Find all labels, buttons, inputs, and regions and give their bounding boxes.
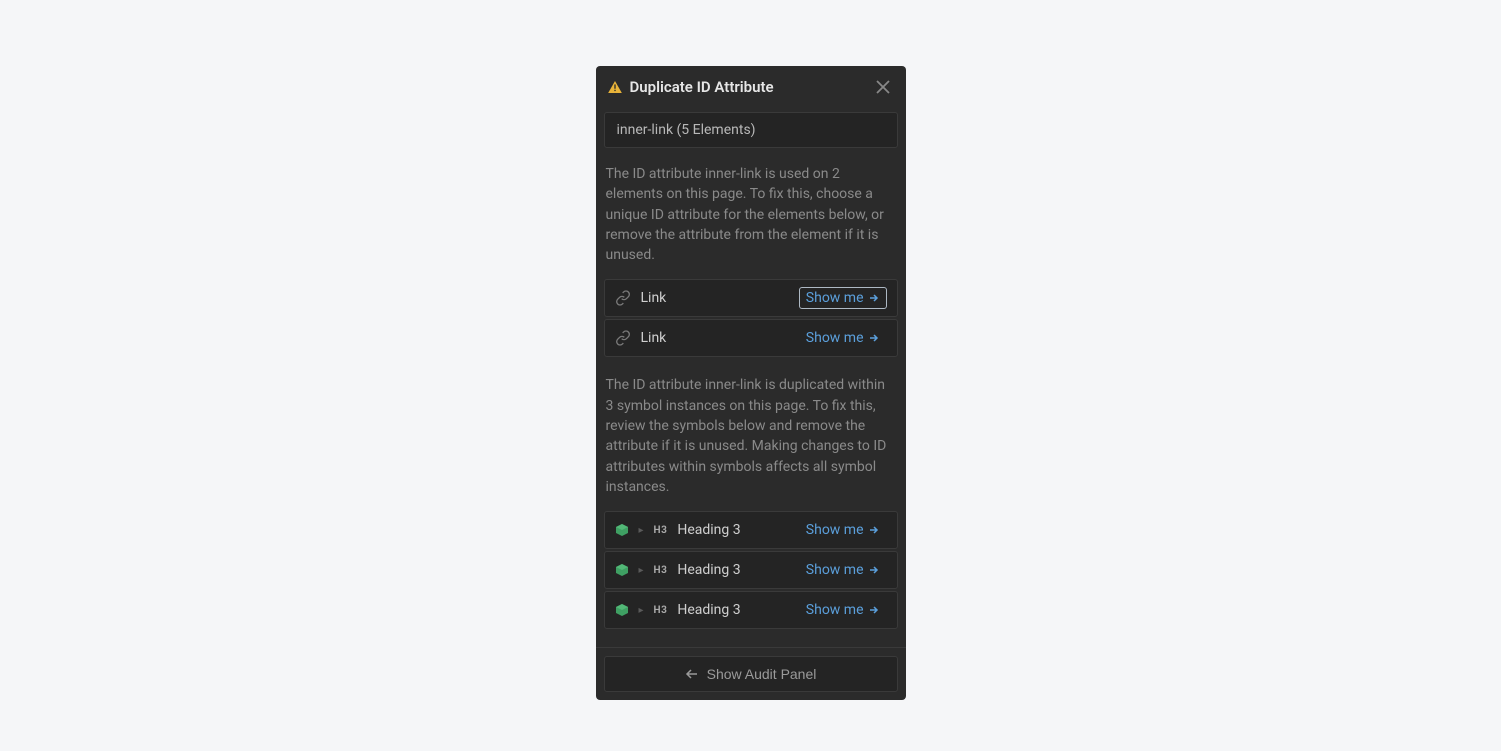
divider (596, 647, 906, 648)
show-me-button[interactable]: Show me (799, 559, 887, 581)
chevron-right-icon: ▸ (639, 605, 644, 616)
chevron-right-icon: ▸ (639, 525, 644, 536)
close-button[interactable] (872, 76, 894, 98)
symbol-row[interactable]: ▸ H3 Heading 3 Show me (604, 591, 898, 629)
symbol-icon (615, 603, 629, 617)
symbol-label: Heading 3 (677, 602, 788, 618)
section2-list: ▸ H3 Heading 3 Show me ▸ H3 Heading 3 Sh… (604, 511, 898, 629)
panel-header: Duplicate ID Attribute (596, 66, 906, 108)
arrow-right-icon (868, 332, 880, 344)
panel-body: inner-link (5 Elements) The ID attribute… (596, 112, 906, 700)
show-me-label: Show me (806, 602, 864, 618)
symbol-row[interactable]: ▸ H3 Heading 3 Show me (604, 511, 898, 549)
show-me-button[interactable]: Show me (799, 519, 887, 541)
id-attribute-row[interactable]: inner-link (5 Elements) (604, 112, 898, 148)
section1-list: Link Show me Link Show me (604, 279, 898, 357)
element-row[interactable]: Link Show me (604, 319, 898, 357)
footer-label: Show Audit Panel (707, 666, 817, 682)
symbol-label: Heading 3 (677, 562, 788, 578)
heading-badge: H3 (654, 605, 668, 616)
symbol-label: Heading 3 (677, 522, 788, 538)
show-audit-panel-button[interactable]: Show Audit Panel (604, 656, 898, 692)
show-me-label: Show me (806, 562, 864, 578)
audit-detail-panel: Duplicate ID Attribute inner-link (5 Ele… (596, 66, 906, 700)
warning-icon (608, 81, 622, 93)
symbol-icon (615, 523, 629, 537)
show-me-button[interactable]: Show me (799, 287, 887, 309)
section1-description: The ID attribute inner-link is used on 2… (604, 164, 898, 265)
arrow-right-icon (868, 604, 880, 616)
element-label: Link (641, 330, 789, 346)
arrow-right-icon (868, 524, 880, 536)
heading-badge: H3 (654, 565, 668, 576)
show-me-label: Show me (806, 522, 864, 538)
heading-badge: H3 (654, 525, 668, 536)
arrow-right-icon (868, 292, 880, 304)
show-me-label: Show me (806, 290, 864, 306)
show-me-button[interactable]: Show me (799, 599, 887, 621)
symbol-icon (615, 563, 629, 577)
show-me-label: Show me (806, 330, 864, 346)
close-icon (876, 80, 890, 94)
link-icon (615, 330, 631, 346)
element-label: Link (641, 290, 789, 306)
arrow-left-icon (685, 667, 699, 681)
section2-description: The ID attribute inner-link is duplicate… (604, 375, 898, 497)
panel-title: Duplicate ID Attribute (630, 78, 864, 96)
element-row[interactable]: Link Show me (604, 279, 898, 317)
id-attribute-text: inner-link (5 Elements) (617, 122, 756, 138)
show-me-button[interactable]: Show me (799, 327, 887, 349)
chevron-right-icon: ▸ (639, 565, 644, 576)
arrow-right-icon (868, 564, 880, 576)
link-icon (615, 290, 631, 306)
symbol-row[interactable]: ▸ H3 Heading 3 Show me (604, 551, 898, 589)
